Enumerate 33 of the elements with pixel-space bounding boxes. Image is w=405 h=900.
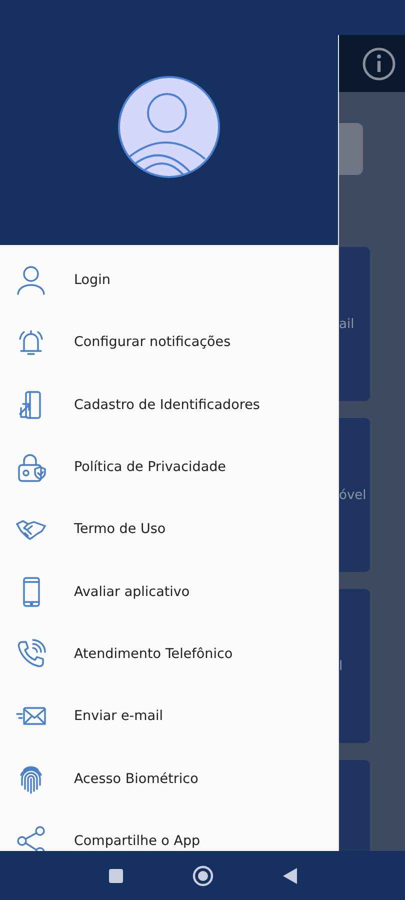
avatar-icon[interactable] — [117, 75, 221, 179]
menu-item[interactable]: Avaliar aplicativo — [0, 560, 338, 623]
card-label: óvel — [339, 488, 366, 502]
menu-item[interactable]: Termo de Uso — [0, 498, 338, 560]
person-icon — [15, 264, 47, 296]
menu-label: Acesso Biométrico — [74, 770, 198, 787]
info-icon[interactable] — [361, 46, 397, 82]
menu-item[interactable]: Atendimento Telefônico — [0, 622, 338, 686]
phone-call-icon — [15, 638, 47, 670]
menu-label: Configurar notificações — [74, 334, 231, 350]
home-icon[interactable] — [192, 864, 214, 886]
menu-label: Compartilhe o App — [74, 832, 200, 849]
back-icon[interactable] — [282, 866, 298, 884]
menu-label: Política de Privacidade — [74, 459, 226, 476]
menu-item[interactable]: Compartilhe o App — [0, 810, 338, 851]
menu-item[interactable]: Política de Privacidade — [0, 436, 338, 498]
menu-item[interactable]: Acesso Biométrico — [0, 747, 338, 810]
card-label: ail — [339, 316, 354, 332]
menu-item[interactable]: Cadastro de Identificadores — [0, 374, 338, 436]
menu-label: Cadastro de Identificadores — [74, 396, 260, 413]
recents-icon[interactable] — [108, 868, 124, 884]
share-icon — [15, 824, 47, 851]
menu-item[interactable]: Configurar notificações — [0, 311, 338, 374]
menu-label: Atendimento Telefônico — [74, 646, 233, 662]
lock-icon — [15, 451, 47, 484]
card-label: l — [339, 658, 343, 674]
profile-tile[interactable] — [339, 123, 363, 175]
menu-label: Termo de Uso — [74, 521, 166, 538]
menu-item[interactable]: Enviar e-mail — [0, 685, 338, 748]
menu-label: Avaliar aplicativo — [74, 584, 190, 600]
menu-label: Enviar e-mail — [74, 708, 164, 724]
menu-label: Login — [74, 272, 110, 288]
menu-item[interactable]: Login — [0, 249, 338, 312]
